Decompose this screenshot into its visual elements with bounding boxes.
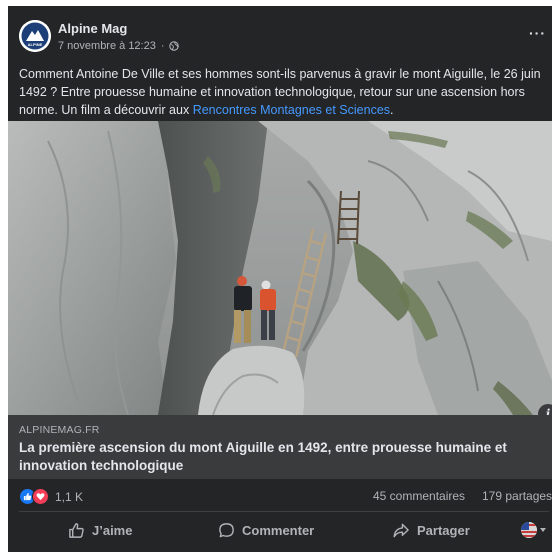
post-image[interactable] [8, 121, 552, 415]
link-title[interactable]: La première ascension du mont Aiguille e… [19, 439, 539, 475]
caption-end: . [390, 103, 394, 117]
facebook-post-card: ALPINE Alpine Mag 7 novembre à 12:23 · ·… [8, 6, 552, 552]
link-preview[interactable]: ALPINEMAG.FR La première ascension du mo… [8, 415, 552, 479]
post-meta: 7 novembre à 12:23 · [58, 40, 179, 52]
reactions-summary[interactable]: 1,1 K [19, 488, 83, 505]
share-arrow-icon [393, 523, 409, 537]
share-button[interactable]: Partager [392, 512, 470, 548]
caption-link[interactable]: Rencontres Montagnes et Sciences [193, 103, 390, 117]
post-stats: 1,1 K 45 commentaires 179 partages [8, 479, 552, 511]
share-button-label: Partager [417, 522, 470, 538]
meta-separator: · [160, 40, 165, 52]
comment-button-label: Commenter [242, 522, 315, 538]
globe-icon[interactable] [168, 41, 179, 51]
more-options-button[interactable]: ··· [529, 26, 546, 40]
thumbs-up-icon [69, 522, 84, 538]
chevron-down-icon [540, 528, 546, 532]
page-name-link[interactable]: Alpine Mag [58, 21, 127, 36]
comment-button[interactable]: Commenter [218, 512, 314, 548]
link-domain: ALPINEMAG.FR [19, 424, 100, 436]
comment-bubble-icon [219, 522, 234, 537]
post-caption: Comment Antoine De Ville et ses hommes s… [19, 65, 552, 119]
love-reaction-icon [32, 488, 49, 505]
post-actions-bar: J’aime Commenter Partager [8, 512, 552, 552]
avatar-logo-text: ALPINE [28, 42, 43, 47]
like-button-label: J’aime [92, 522, 133, 538]
post-timestamp[interactable]: 7 novembre à 12:23 [58, 40, 156, 52]
climbers-on-rock-face-image [8, 121, 552, 415]
reaction-count: 1,1 K [55, 489, 84, 504]
audience-selector[interactable] [521, 522, 546, 538]
shares-count-link[interactable]: 179 partages [482, 489, 552, 503]
profile-avatar-icon [521, 522, 537, 538]
page-avatar[interactable]: ALPINE [19, 20, 51, 52]
post-header: ALPINE Alpine Mag 7 novembre à 12:23 · ·… [8, 6, 552, 64]
like-button[interactable]: J’aime [68, 512, 132, 548]
alpine-mag-logo-icon: ALPINE [19, 20, 51, 52]
comments-count-link[interactable]: 45 commentaires [373, 489, 465, 503]
